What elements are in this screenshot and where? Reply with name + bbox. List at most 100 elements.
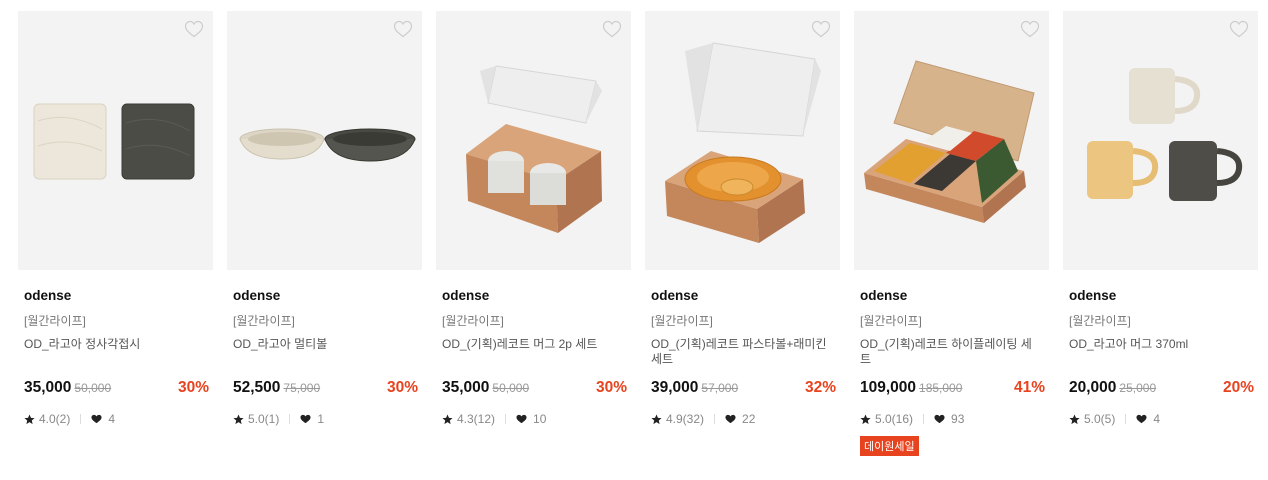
product-card[interactable]: odense [월간라이프] OD_라고아 정사각접시 35,000 50,000… bbox=[18, 11, 213, 426]
discount-rate: 30% bbox=[595, 379, 627, 396]
star-icon bbox=[24, 413, 35, 424]
wishlist-heart-icon[interactable] bbox=[393, 20, 413, 38]
product-tag: [월간라이프] bbox=[442, 314, 504, 328]
product-meta: 4.9(32) 22 bbox=[651, 412, 840, 426]
product-tag: [월간라이프] bbox=[24, 314, 86, 328]
product-meta: 4.0(2) 4 bbox=[24, 412, 213, 426]
original-price: 75,000 bbox=[283, 381, 321, 395]
sale-price: 39,000 57,000 bbox=[651, 379, 739, 396]
sale-price: 35,000 50,000 bbox=[442, 379, 530, 396]
heart-icon bbox=[725, 414, 736, 424]
product-tag: [월간라이프] bbox=[651, 314, 713, 328]
product-card[interactable]: odense [월간라이프] OD_(기획)레코트 하이플레이팅 세트 109,… bbox=[854, 11, 1049, 456]
product-meta: 5.0(16) 93 bbox=[860, 412, 1049, 426]
product-grid: odense [월간라이프] OD_라고아 정사각접시 35,000 50,000… bbox=[0, 0, 1268, 480]
price-row: 20,000 25,000 20% bbox=[1063, 379, 1258, 399]
product-card[interactable]: odense [월간라이프] OD_(기획)레코트 파스타볼+래미킨 세트 39… bbox=[645, 11, 840, 426]
like-count: 1 bbox=[317, 412, 325, 426]
like-count: 10 bbox=[533, 412, 547, 426]
sale-price: 52,500 75,000 bbox=[233, 379, 321, 396]
rating-value: 4.0(2) bbox=[39, 412, 71, 426]
original-price: 25,000 bbox=[1119, 381, 1157, 395]
like-count: 4 bbox=[1153, 412, 1161, 426]
sale-badge: 데이원세일 bbox=[860, 436, 919, 456]
price-row: 35,000 50,000 30% bbox=[436, 379, 631, 399]
price-row: 52,500 75,000 30% bbox=[227, 379, 422, 399]
like-count: 4 bbox=[108, 412, 116, 426]
wishlist-heart-icon[interactable] bbox=[602, 20, 622, 38]
wishlist-heart-icon[interactable] bbox=[1020, 20, 1040, 38]
product-name[interactable]: OD_라고아 정사각접시 bbox=[24, 337, 204, 371]
product-meta: 5.0(1) 1 bbox=[233, 412, 422, 426]
star-icon bbox=[651, 413, 662, 424]
heart-icon bbox=[516, 414, 527, 424]
brand-name: odense bbox=[233, 288, 281, 303]
product-photo-square-plates bbox=[33, 103, 195, 180]
star-icon bbox=[1069, 413, 1080, 424]
price-row: 109,000 185,000 41% bbox=[854, 379, 1049, 399]
brand-name: odense bbox=[651, 288, 699, 303]
product-image[interactable] bbox=[854, 11, 1049, 270]
product-image[interactable] bbox=[645, 11, 840, 270]
product-name[interactable]: OD_라고아 머그 370ml bbox=[1069, 337, 1249, 371]
discount-rate: 41% bbox=[1013, 379, 1045, 396]
product-photo-plating-set bbox=[864, 60, 1035, 223]
heart-icon bbox=[300, 414, 311, 424]
product-photo-pasta-bowl-box bbox=[665, 42, 821, 243]
wishlist-heart-icon[interactable] bbox=[811, 20, 831, 38]
divider bbox=[80, 414, 82, 424]
wishlist-heart-icon[interactable] bbox=[184, 20, 204, 38]
product-tag: [월간라이프] bbox=[1069, 314, 1131, 328]
heart-icon bbox=[934, 414, 945, 424]
product-card[interactable]: odense [월간라이프] OD_라고아 멀티볼 52,500 75,000 3… bbox=[227, 11, 422, 426]
price-row: 39,000 57,000 32% bbox=[645, 379, 840, 399]
product-image[interactable] bbox=[1063, 11, 1258, 270]
product-tag: [월간라이프] bbox=[860, 314, 922, 328]
heart-icon bbox=[91, 414, 102, 424]
star-icon bbox=[442, 413, 453, 424]
product-name[interactable]: OD_(기획)레코트 하이플레이팅 세트 bbox=[860, 337, 1040, 371]
rating-value: 4.3(12) bbox=[457, 412, 496, 426]
sale-price: 35,000 50,000 bbox=[24, 379, 112, 396]
product-name[interactable]: OD_(기획)레코트 파스타볼+래미킨 세트 bbox=[651, 337, 831, 371]
discount-rate: 30% bbox=[386, 379, 418, 396]
rating-value: 5.0(16) bbox=[875, 412, 914, 426]
heart-icon bbox=[1136, 414, 1147, 424]
product-tag: [월간라이프] bbox=[233, 314, 295, 328]
product-photo-multi-bowls bbox=[239, 128, 416, 162]
like-count: 93 bbox=[951, 412, 965, 426]
divider bbox=[714, 414, 716, 424]
divider bbox=[505, 414, 507, 424]
original-price: 57,000 bbox=[701, 381, 739, 395]
discount-rate: 32% bbox=[804, 379, 836, 396]
product-photo-mugs bbox=[1087, 68, 1243, 201]
product-image[interactable] bbox=[18, 11, 213, 270]
divider bbox=[1125, 414, 1127, 424]
product-name[interactable]: OD_(기획)레코트 머그 2p 세트 bbox=[442, 337, 622, 371]
like-count: 22 bbox=[742, 412, 756, 426]
product-image[interactable] bbox=[436, 11, 631, 270]
original-price: 50,000 bbox=[74, 381, 112, 395]
sale-price: 109,000 185,000 bbox=[860, 379, 963, 396]
divider bbox=[923, 414, 925, 424]
product-card[interactable]: odense [월간라이프] OD_라고아 머그 370ml 20,000 25,… bbox=[1063, 11, 1258, 426]
product-name[interactable]: OD_라고아 멀티볼 bbox=[233, 337, 413, 371]
discount-rate: 30% bbox=[177, 379, 209, 396]
brand-name: odense bbox=[860, 288, 908, 303]
divider bbox=[289, 414, 291, 424]
star-icon bbox=[233, 413, 244, 424]
star-icon bbox=[860, 413, 871, 424]
original-price: 185,000 bbox=[919, 381, 963, 395]
product-card[interactable]: odense [월간라이프] OD_(기획)레코트 머그 2p 세트 35,00… bbox=[436, 11, 631, 426]
brand-name: odense bbox=[1069, 288, 1117, 303]
product-image[interactable] bbox=[227, 11, 422, 270]
discount-rate: 20% bbox=[1222, 379, 1254, 396]
brand-name: odense bbox=[24, 288, 72, 303]
product-meta: 4.3(12) 10 bbox=[442, 412, 631, 426]
rating-value: 5.0(1) bbox=[248, 412, 280, 426]
wishlist-heart-icon[interactable] bbox=[1229, 20, 1249, 38]
original-price: 50,000 bbox=[492, 381, 530, 395]
rating-value: 5.0(5) bbox=[1084, 412, 1116, 426]
brand-name: odense bbox=[442, 288, 490, 303]
product-photo-mug-gift-box bbox=[466, 65, 602, 233]
